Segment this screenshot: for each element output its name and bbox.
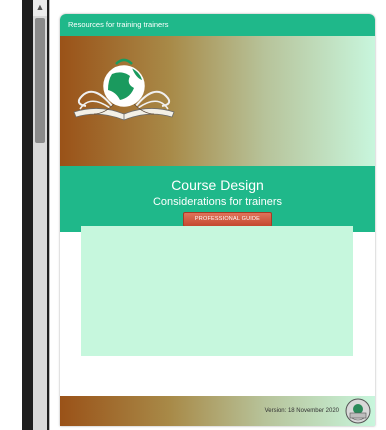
document-border — [49, 0, 50, 430]
globe-tree-book-logo-icon — [73, 58, 175, 121]
scroll-up-icon[interactable]: ▲ — [33, 0, 47, 16]
title-band: Course Design Considerations for trainer… — [60, 166, 375, 232]
course-title: Course Design — [171, 177, 264, 193]
left-margin — [0, 0, 22, 430]
header-strip: Resources for training trainers — [60, 14, 375, 36]
version-text: Version: 18 November 2020 — [264, 408, 339, 414]
round-emblem-logo-icon — [345, 398, 371, 424]
content-box — [81, 226, 353, 356]
hero-banner — [60, 36, 375, 166]
professional-guide-badge: PROFESSIONAL GUIDE — [183, 212, 272, 227]
document-page: Resources for training trainers Course D… — [60, 14, 375, 426]
course-subtitle: Considerations for trainers — [152, 196, 282, 208]
viewer-frame: ▲ Resources for training trainers Course… — [0, 0, 386, 430]
footer-banner: Version: 18 November 2020 — [60, 396, 375, 426]
header-text: Resources for training trainers — [68, 20, 169, 29]
scrollbar-thumb[interactable] — [35, 18, 45, 143]
